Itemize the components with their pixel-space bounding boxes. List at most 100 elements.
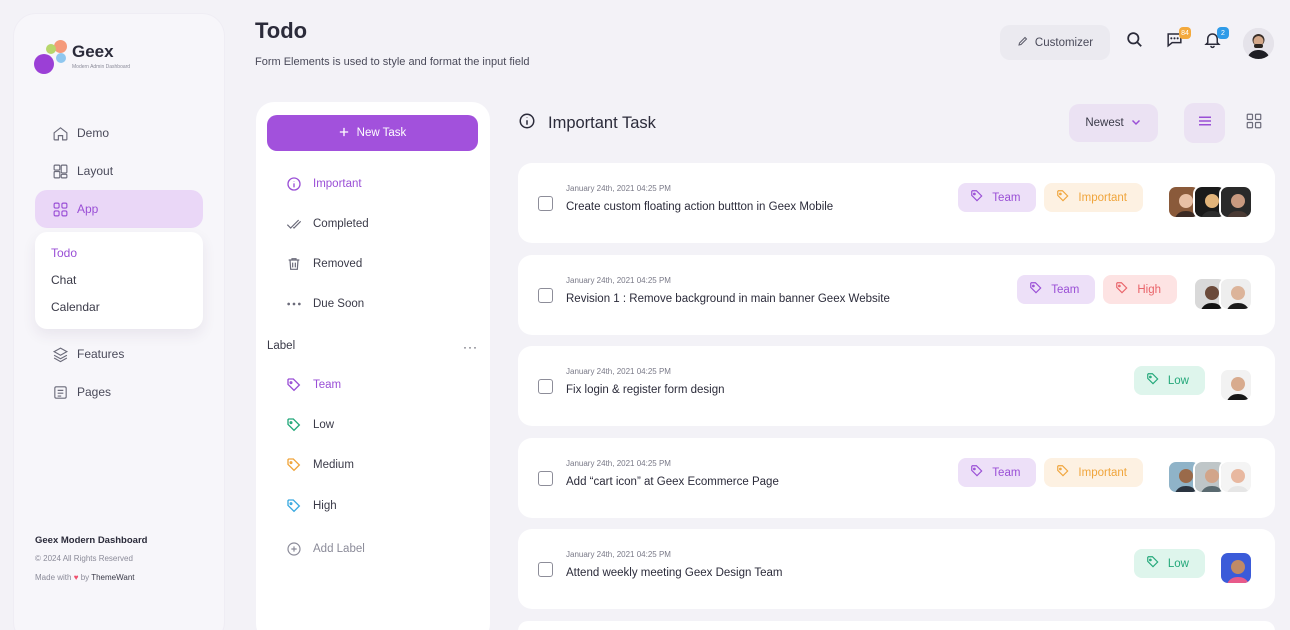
footer-credit: Made with ♥ by ThemeWant (35, 573, 135, 582)
tag-icon (1146, 372, 1160, 389)
layers-icon (51, 345, 69, 363)
trash-icon (286, 256, 302, 272)
task-checkbox[interactable] (538, 288, 553, 303)
task-card[interactable]: January 24th, 2021 04:25 PM Add “cart ic… (518, 438, 1275, 518)
search-icon (1125, 30, 1144, 54)
tag-low[interactable]: Low (1133, 366, 1205, 395)
label-team[interactable]: Team (286, 375, 341, 395)
label-name: High (313, 500, 337, 512)
home-icon (51, 124, 69, 142)
task-date: January 24th, 2021 04:25 PM (566, 550, 671, 559)
label-low[interactable]: Low (286, 415, 334, 435)
task-title: Attend weekly meeting Geex Design Team (566, 567, 783, 579)
sidebar-item-pages[interactable]: Pages (35, 373, 203, 411)
tag-low[interactable]: Low (1133, 549, 1205, 578)
task-date: January 24th, 2021 04:25 PM (566, 184, 671, 193)
sidebar-item-app[interactable]: App (35, 190, 203, 228)
messages-button[interactable]: 84 (1163, 27, 1191, 53)
user-avatar[interactable] (1243, 28, 1274, 59)
task-tags: Team High (1017, 275, 1177, 304)
task-checkbox[interactable] (538, 471, 553, 486)
label-high[interactable]: High (286, 496, 337, 516)
tag-label: Low (1167, 374, 1189, 387)
task-card[interactable]: January 24th, 2021 04:25 PM Revision 1 :… (518, 255, 1275, 335)
filter-label: Important (313, 178, 362, 190)
customizer-button[interactable]: Customizer (1000, 25, 1110, 60)
tag-important[interactable]: Important (1044, 458, 1143, 487)
task-checkbox[interactable] (538, 562, 553, 577)
task-card[interactable]: January 24th, 2021 04:25 PM Attend weekl… (518, 529, 1275, 609)
avatar[interactable] (1219, 460, 1253, 494)
search-button[interactable] (1123, 31, 1145, 53)
new-task-button[interactable]: New Task (267, 115, 478, 151)
tag-icon (970, 189, 984, 206)
sidebar-item-demo[interactable]: Demo (35, 114, 203, 152)
list-view-toggle[interactable] (1184, 103, 1225, 143)
tag-team[interactable]: Team (1017, 275, 1096, 304)
filter-removed[interactable]: Removed (286, 254, 362, 274)
add-label-button[interactable]: Add Label (286, 539, 365, 559)
sidebar-item-label: Layout (77, 164, 114, 178)
tag-icon (286, 457, 302, 473)
task-title: Fix login & register form design (566, 384, 725, 396)
sidebar-item-label: Demo (77, 126, 110, 140)
label-more-icon[interactable]: ··· (463, 340, 478, 354)
label-medium[interactable]: Medium (286, 455, 354, 475)
footer-title: Geex Modern Dashboard (35, 535, 148, 546)
submenu-item-calendar[interactable]: Calendar (35, 294, 203, 321)
logo-mark-icon (34, 40, 70, 76)
notifications-badge: 2 (1217, 27, 1229, 39)
tag-label: Low (1167, 557, 1189, 570)
messages-badge: 84 (1179, 27, 1191, 39)
submenu-item-chat[interactable]: Chat (35, 267, 203, 294)
filter-completed[interactable]: Completed (286, 214, 369, 234)
assignee-avatars (1167, 460, 1253, 494)
sidebar-nav: Demo Layout App Todo Chat Calendar Featu (35, 114, 203, 411)
assignee-avatars (1219, 551, 1253, 585)
filter-important[interactable]: Important (286, 174, 362, 194)
filter-label: Completed (313, 218, 369, 230)
grid-icon (1245, 112, 1263, 135)
label-section-header: Label ··· (267, 340, 478, 354)
heart-icon: ♥ (73, 573, 79, 582)
avatar[interactable] (1219, 277, 1253, 311)
brand-logo[interactable]: Geex Modern Admin Dashboard (34, 40, 194, 80)
avatar[interactable] (1219, 368, 1253, 402)
section-title: Important Task (518, 112, 656, 134)
task-card[interactable] (518, 621, 1275, 630)
task-checkbox[interactable] (538, 196, 553, 211)
task-tags: Team Important (958, 183, 1143, 212)
task-tags: Low (1133, 549, 1205, 578)
task-date: January 24th, 2021 04:25 PM (566, 276, 671, 285)
tag-team[interactable]: Team (958, 183, 1037, 212)
sort-dropdown[interactable]: Newest (1069, 104, 1158, 142)
task-date: January 24th, 2021 04:25 PM (566, 459, 671, 468)
grid-view-toggle[interactable] (1242, 111, 1266, 135)
task-card[interactable]: January 24th, 2021 04:25 PM Fix login & … (518, 346, 1275, 426)
document-icon (51, 383, 69, 401)
submenu-item-todo[interactable]: Todo (35, 240, 203, 267)
sidebar-item-label: Pages (77, 385, 112, 399)
sidebar-item-layout[interactable]: Layout (35, 152, 203, 190)
task-card[interactable]: January 24th, 2021 04:25 PM Create custo… (518, 163, 1275, 243)
tag-icon (1029, 281, 1043, 298)
avatar[interactable] (1219, 551, 1253, 585)
tag-high[interactable]: High (1103, 275, 1177, 304)
author-link[interactable]: ThemeWant (91, 573, 134, 582)
pencil-icon (1017, 35, 1029, 50)
tag-icon (286, 377, 302, 393)
sidebar-item-features[interactable]: Features (35, 335, 203, 373)
filter-due-soon[interactable]: Due Soon (286, 294, 364, 314)
brand-tagline: Modern Admin Dashboard (72, 64, 131, 70)
notifications-button[interactable]: 2 (1201, 27, 1229, 53)
tag-label: Important (1078, 191, 1127, 204)
assignee-avatars (1193, 277, 1253, 311)
page-subtitle: Form Elements is used to style and forma… (255, 56, 530, 68)
tag-important[interactable]: Important (1044, 183, 1143, 212)
tag-team[interactable]: Team (958, 458, 1037, 487)
avatar[interactable] (1219, 185, 1253, 219)
tag-label: Team (992, 191, 1021, 204)
page-title: Todo (255, 18, 308, 43)
task-checkbox[interactable] (538, 379, 553, 394)
double-check-icon (286, 216, 302, 232)
